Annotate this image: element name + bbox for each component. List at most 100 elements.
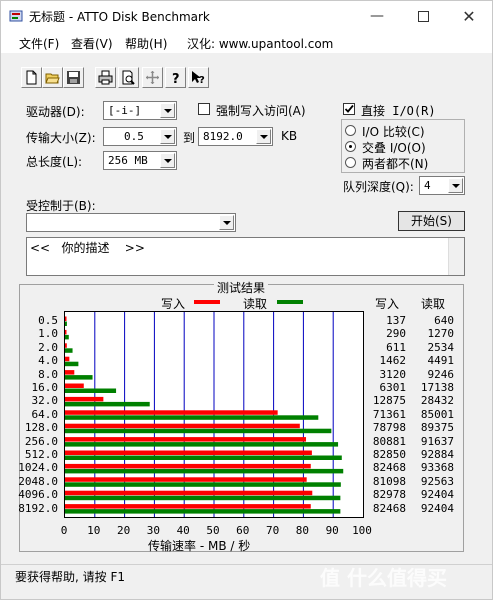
queue-depth-label: 队列深度(Q): bbox=[343, 180, 414, 194]
watermark-logo: 值 什么值得买 bbox=[320, 566, 447, 590]
open-button[interactable] bbox=[42, 67, 63, 88]
move-button[interactable] bbox=[142, 67, 163, 88]
transfer-from-select[interactable]: 0.5 bbox=[103, 127, 177, 146]
chart-plot-area bbox=[64, 311, 364, 518]
x-tick-label: 20 bbox=[116, 524, 131, 537]
start-button[interactable]: 开始(S) bbox=[398, 211, 465, 231]
io-overlap-radio[interactable] bbox=[345, 141, 356, 152]
category-label: 1024.0 bbox=[18, 461, 58, 475]
write-legend-swatch bbox=[194, 300, 220, 304]
atto-window: 无标题 - ATTO Disk Benchmark — ✕ 文件(F) 查看(V… bbox=[0, 0, 493, 600]
write-bar bbox=[65, 356, 70, 362]
read-value: 92404 bbox=[420, 488, 454, 502]
toolbar: ? ? bbox=[1, 53, 492, 93]
transfer-from-value: 0.5 bbox=[124, 130, 144, 143]
write-value: 6301 bbox=[379, 381, 407, 394]
read-bar bbox=[65, 428, 332, 434]
x-tick-label: 100 bbox=[352, 524, 372, 537]
write-value: 611 bbox=[386, 340, 406, 354]
maximize-button[interactable] bbox=[400, 1, 446, 31]
svg-text:?: ? bbox=[172, 72, 180, 85]
description-scrollbar[interactable] bbox=[448, 238, 464, 275]
write-value: 1462 bbox=[379, 354, 407, 368]
force-write-checkbox[interactable] bbox=[198, 103, 210, 115]
chevron-down-icon bbox=[160, 103, 175, 118]
read-bar bbox=[65, 388, 117, 393]
title-bar: 无标题 - ATTO Disk Benchmark — ✕ bbox=[1, 1, 492, 31]
write-bar bbox=[65, 477, 307, 482]
queue-depth-select[interactable]: 4 bbox=[419, 176, 465, 195]
read-bar bbox=[65, 348, 73, 353]
read-value: 17138 bbox=[420, 381, 454, 394]
read-value: 28432 bbox=[420, 394, 454, 408]
category-label: 8.0 bbox=[38, 367, 58, 381]
print-icon bbox=[98, 70, 113, 85]
read-value: 93368 bbox=[420, 461, 454, 475]
drive-value: [-i-] bbox=[108, 104, 142, 117]
io-compare-radio[interactable] bbox=[345, 125, 356, 136]
category-label: 1.0 bbox=[38, 327, 58, 341]
direct-io-checkbox[interactable] bbox=[343, 103, 355, 115]
description-field[interactable]: << 你的描述 >> bbox=[26, 237, 465, 276]
menu-bar: 文件(F) 查看(V) 帮助(H) 汉化: www.upantool.com bbox=[1, 31, 492, 53]
save-icon bbox=[67, 71, 80, 84]
write-value: 71361 bbox=[372, 407, 406, 421]
minimize-button[interactable]: — bbox=[354, 1, 400, 31]
read-bar bbox=[65, 455, 342, 460]
neither-radio[interactable] bbox=[345, 157, 356, 168]
new-button[interactable] bbox=[21, 67, 42, 88]
read-bar bbox=[65, 334, 69, 340]
context-help-button[interactable]: ? bbox=[188, 67, 209, 88]
x-tick-label: 60 bbox=[236, 524, 250, 537]
drive-label: 驱动器(D): bbox=[26, 105, 85, 119]
direct-io-label: 直接 I/O(R) bbox=[361, 104, 436, 118]
x-axis-label: 传输速率 - MB / 秒 bbox=[148, 539, 251, 553]
total-length-value: 256 MB bbox=[108, 154, 148, 167]
menu-credits[interactable]: 汉化: www.upantool.com bbox=[187, 35, 333, 52]
category-label: 256.0 bbox=[24, 434, 58, 448]
total-length-select[interactable]: 256 MB bbox=[103, 151, 177, 170]
read-bar bbox=[65, 401, 150, 407]
window-title: 无标题 - ATTO Disk Benchmark bbox=[29, 10, 210, 24]
close-button[interactable]: ✕ bbox=[446, 1, 492, 31]
read-bar bbox=[65, 509, 341, 514]
write-bar bbox=[65, 343, 67, 348]
x-tick-label: 50 bbox=[206, 524, 220, 537]
transfer-size-label: 传输大小(Z): bbox=[26, 131, 96, 145]
read-bar bbox=[65, 468, 344, 474]
read-value: 92404 bbox=[420, 501, 454, 515]
print-preview-button[interactable] bbox=[118, 67, 139, 88]
write-value: 137 bbox=[386, 314, 406, 327]
transfer-to-select[interactable]: 8192.0 bbox=[198, 127, 273, 146]
neither-label: 两者都不(N) bbox=[362, 157, 429, 171]
category-label: 16.0 bbox=[31, 381, 59, 394]
menu-help[interactable]: 帮助(H) bbox=[125, 35, 167, 52]
read-bar bbox=[65, 361, 79, 367]
read-bar bbox=[65, 375, 93, 380]
write-value: 82468 bbox=[372, 501, 406, 515]
save-button[interactable] bbox=[63, 67, 84, 88]
help-button[interactable]: ? bbox=[165, 67, 186, 88]
print-button[interactable] bbox=[95, 67, 116, 88]
write-bar bbox=[65, 396, 104, 402]
read-value: 85001 bbox=[420, 407, 454, 421]
menu-file[interactable]: 文件(F) bbox=[19, 35, 59, 52]
write-column-header: 写入 bbox=[375, 297, 400, 311]
kb-label: KB bbox=[281, 129, 298, 143]
write-bar bbox=[65, 504, 311, 509]
write-bar bbox=[65, 490, 313, 496]
write-bar bbox=[65, 463, 311, 469]
category-label: 4096.0 bbox=[18, 488, 58, 502]
category-label: 128.0 bbox=[24, 421, 58, 435]
read-legend-label: 读取 bbox=[243, 297, 268, 311]
app-icon bbox=[9, 10, 23, 22]
category-label: 64.0 bbox=[31, 407, 59, 421]
context-help-icon: ? bbox=[192, 71, 205, 85]
results-title: 测试结果 bbox=[214, 279, 269, 296]
read-value: 1270 bbox=[427, 327, 455, 341]
drive-select[interactable]: [-i-] bbox=[103, 101, 177, 120]
category-label: 2.0 bbox=[38, 340, 58, 354]
chevron-down-icon bbox=[160, 129, 175, 144]
menu-view[interactable]: 查看(V) bbox=[71, 35, 113, 52]
controlled-by-select[interactable] bbox=[26, 213, 236, 232]
